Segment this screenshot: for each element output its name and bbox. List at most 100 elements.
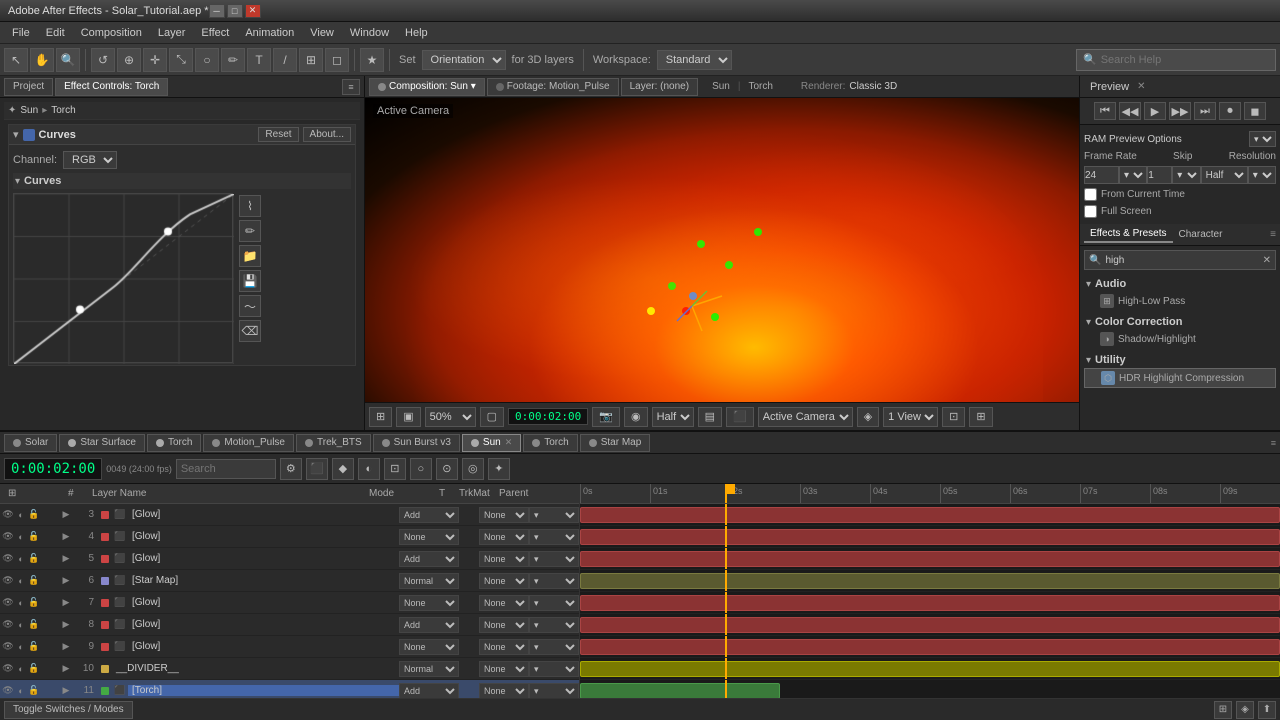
layer-11-parent-link[interactable]: ▾ (529, 683, 579, 699)
menu-help[interactable]: Help (397, 25, 436, 41)
effects-presets-tab[interactable]: Effects & Presets (1084, 226, 1173, 243)
skip-input[interactable] (1147, 166, 1172, 184)
resolution-unit[interactable]: ▾ (1248, 166, 1276, 184)
layer-5-expand[interactable]: ▶ (60, 553, 72, 565)
prev-last-frame[interactable]: ⏭ (1194, 102, 1216, 120)
about-btn[interactable]: About... (303, 127, 351, 142)
prev-record[interactable]: ⏺ (1219, 102, 1241, 120)
menu-layer[interactable]: Layer (150, 25, 194, 41)
control-point-8[interactable] (682, 307, 690, 315)
close-button[interactable]: ✕ (245, 4, 261, 18)
layer-7-parent[interactable]: None (479, 595, 529, 611)
resolution-select[interactable]: Half Full (1201, 166, 1248, 184)
high-low-pass-item[interactable]: ⊞ High-Low Pass (1084, 292, 1276, 310)
workspace-select[interactable]: Standard (657, 50, 732, 70)
control-point-7[interactable] (689, 292, 697, 300)
curves-edit-btn[interactable]: ⌇ (239, 195, 261, 217)
tl-tab-sun-burst[interactable]: Sun Burst v3 (373, 434, 460, 452)
layer-6-eye[interactable]: 👁 (2, 575, 14, 587)
layer-3-expand[interactable]: ▶ (60, 509, 72, 521)
color-correction-group-header[interactable]: ▾ Color Correction (1084, 314, 1276, 330)
control-point-3[interactable] (647, 307, 655, 315)
torch-subtab[interactable]: Torch (744, 81, 776, 92)
viewer-fit-btn[interactable]: ▢ (480, 407, 504, 427)
layer-5-eye[interactable]: 👁 (2, 553, 14, 565)
layer-9-mode[interactable]: None (399, 639, 459, 655)
tool-anchor[interactable]: ⊕ (117, 48, 141, 72)
comp-tab-sun[interactable]: Composition: Sun ▾ (369, 78, 485, 96)
tool-brush[interactable]: / (273, 48, 297, 72)
comp-tab-layer[interactable]: Layer: (none) (621, 78, 698, 96)
tool-pen[interactable]: ✏ (221, 48, 245, 72)
layer-8-expand[interactable]: ▶ (60, 619, 72, 631)
comp-tab-footage[interactable]: Footage: Motion_Pulse (487, 78, 619, 96)
prev-fwd-frame[interactable]: ▶▶ (1169, 102, 1191, 120)
timeline-bottom-icon-1[interactable]: ⊞ (1214, 701, 1232, 719)
tool-zoom[interactable]: 🔍 (56, 48, 80, 72)
tl-tab-solar[interactable]: Solar (4, 434, 57, 452)
frame-rate-input[interactable] (1084, 166, 1119, 184)
skip-unit[interactable]: ▾ (1172, 166, 1200, 184)
orientation-select[interactable]: Orientation (422, 50, 506, 70)
search-help-box[interactable]: 🔍 (1076, 49, 1276, 71)
ep-search-box[interactable]: 🔍 ✕ (1084, 250, 1276, 270)
effect-expand-arrow[interactable]: ▾ (13, 128, 19, 141)
layer-9-lock[interactable]: 🔓 (28, 641, 40, 653)
audio-expand[interactable]: ▾ (1086, 279, 1091, 290)
search-timeline-input[interactable] (176, 459, 276, 479)
tool-puppet[interactable]: ★ (360, 48, 384, 72)
tool-hand[interactable]: ✋ (30, 48, 54, 72)
menu-edit[interactable]: Edit (38, 25, 73, 41)
menu-file[interactable]: File (4, 25, 38, 41)
tool-scale[interactable]: ⤡ (169, 48, 193, 72)
tool-selection[interactable]: ↖ (4, 48, 28, 72)
tl-tab-star-surface[interactable]: Star Surface (59, 434, 145, 452)
layer-4-parent-link[interactable]: ▾ (529, 529, 579, 545)
zoom-select[interactable]: 50% 100% (425, 407, 476, 427)
frame-rate-unit[interactable]: ▾ (1119, 166, 1147, 184)
menu-animation[interactable]: Animation (237, 25, 302, 41)
layer-5-solo[interactable]: ◐ (15, 553, 27, 565)
tl-null-object[interactable]: ⊡ (384, 458, 406, 480)
layer-7-mode[interactable]: None (399, 595, 459, 611)
toggle-switches-modes[interactable]: Toggle Switches / Modes (4, 701, 133, 719)
layer-11-solo[interactable]: ◐ (15, 685, 27, 697)
tl-shape[interactable]: ○ (410, 458, 432, 480)
effect-controls-tab[interactable]: Effect Controls: Torch (55, 78, 168, 96)
layer-4-lock[interactable]: 🔓 (28, 531, 40, 543)
timecode-display[interactable]: 0:00:02:00 (508, 408, 588, 425)
tl-render-queue[interactable]: ⬛ (306, 458, 328, 480)
tl-tab-torch[interactable]: Torch (147, 434, 201, 452)
from-current-time-cb[interactable] (1084, 188, 1097, 201)
tl-solo[interactable]: ◐ (358, 458, 380, 480)
tool-rotation[interactable]: ↺ (91, 48, 115, 72)
curves-smooth-btn[interactable]: 〜 (239, 295, 261, 317)
layer-10-lock[interactable]: 🔓 (28, 663, 40, 675)
layer-5-parent[interactable]: None (479, 551, 529, 567)
layer-11-mode[interactable]: Add (399, 683, 459, 699)
utility-expand[interactable]: ▾ (1086, 355, 1091, 366)
tl-tab-torch2[interactable]: Torch (523, 434, 577, 452)
timeline-tracks[interactable]: 0s 01s 02s 03s 04s 05s 06s 07s 08s 09s 1… (580, 484, 1280, 698)
maximize-button[interactable]: □ (227, 4, 243, 18)
layer-7-expand[interactable]: ▶ (60, 597, 72, 609)
viewer-3d-btn[interactable]: ◉ (624, 407, 648, 427)
tool-roto[interactable]: ○ (195, 48, 219, 72)
layer-10-parent-link[interactable]: ▾ (529, 661, 579, 677)
full-screen-cb[interactable] (1084, 205, 1097, 218)
viewer-camera-btn[interactable]: 📷 (592, 407, 620, 427)
viewer-grid-btn[interactable]: ⊞ (369, 407, 392, 427)
layer-3-mode[interactable]: Add (399, 507, 459, 523)
curves-save-btn[interactable]: 💾 (239, 270, 261, 292)
view-select[interactable]: Active Camera (758, 407, 853, 427)
menu-view[interactable]: View (302, 25, 342, 41)
layer-8-eye[interactable]: 👁 (2, 619, 14, 631)
layer-10-mode[interactable]: Normal (399, 661, 459, 677)
tl-tab-star-map[interactable]: Star Map (580, 434, 651, 452)
layer-8-parent-link[interactable]: ▾ (529, 617, 579, 633)
color-correction-expand[interactable]: ▾ (1086, 317, 1091, 328)
menu-effect[interactable]: Effect (193, 25, 237, 41)
layer-8-lock[interactable]: 🔓 (28, 619, 40, 631)
layer-6-solo[interactable]: ◐ (15, 575, 27, 587)
layer-7-lock[interactable]: 🔓 (28, 597, 40, 609)
